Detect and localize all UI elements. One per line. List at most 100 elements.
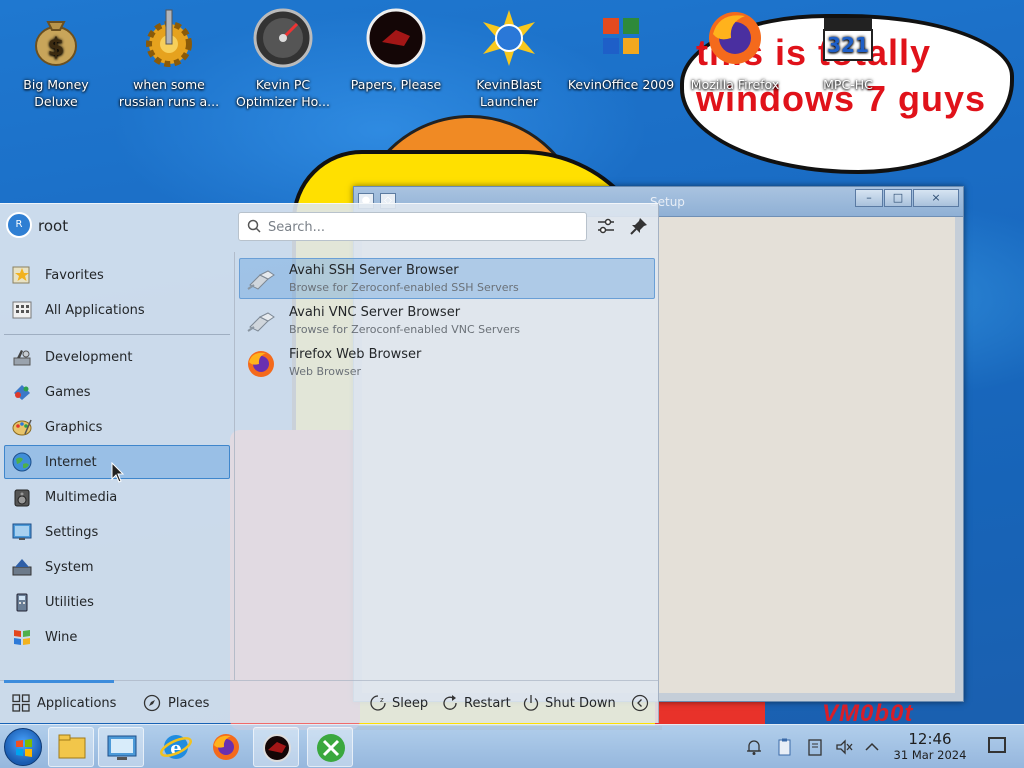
power-icon	[522, 694, 540, 712]
category-favorites[interactable]: Favorites	[4, 258, 230, 292]
clock[interactable]: 12:46 31 Mar 2024	[884, 731, 976, 763]
category-label: Multimedia	[45, 489, 118, 505]
volume-muted-icon[interactable]	[834, 737, 854, 757]
category-games[interactable]: Games	[4, 375, 230, 409]
category-settings[interactable]: Settings	[4, 515, 230, 549]
graphics-icon	[11, 416, 33, 438]
clock-time: 12:46	[908, 730, 952, 748]
network-icon	[246, 307, 276, 337]
avatar[interactable]: R	[6, 212, 32, 238]
category-all-applications[interactable]: All Applications	[4, 293, 230, 327]
restart-button[interactable]: Restart	[441, 681, 511, 725]
app-firefox[interactable]: Firefox Web Browser Web Browser	[239, 342, 655, 383]
desktop-icon-label: KevinBlast Launcher	[476, 77, 542, 109]
star-icon	[11, 264, 33, 286]
category-label: All Applications	[45, 302, 145, 318]
sleep-icon: z	[369, 694, 387, 712]
desktop-icon-label: Mozilla Firefox	[690, 77, 780, 92]
office-icon	[591, 8, 651, 68]
wine-icon	[11, 626, 33, 648]
category-label: Games	[45, 384, 91, 400]
shut-down-label: Shut Down	[545, 695, 616, 711]
show-desktop-button[interactable]	[988, 737, 1006, 753]
taskbar-papers-please[interactable]	[253, 727, 299, 767]
settings-icon	[11, 521, 33, 543]
category-label: System	[45, 559, 94, 575]
chevron-left-icon	[631, 694, 649, 712]
chevron-up-icon[interactable]	[862, 737, 882, 757]
category-utilities[interactable]: Utilities	[4, 585, 230, 619]
search-box[interactable]	[238, 212, 587, 241]
tab-places[interactable]: Places	[143, 681, 209, 725]
desktop-icon-mpc-hc[interactable]: 321 MPC-HC	[793, 8, 903, 93]
category-divider	[4, 334, 230, 335]
desktop-icon-label: KevinOffice 2009	[567, 77, 675, 92]
configure-icon[interactable]	[595, 215, 617, 237]
app-description: Web Browser	[289, 365, 362, 378]
firefox-icon	[246, 349, 276, 379]
gauge-icon	[253, 8, 313, 68]
storage-icon[interactable]	[805, 737, 825, 757]
app-name: Avahi VNC Server Browser	[289, 305, 461, 320]
tools-icon	[317, 734, 345, 762]
desktop-icon-mozilla-firefox[interactable]: Mozilla Firefox	[680, 8, 790, 93]
launcher-header: R root	[0, 204, 659, 250]
search-input[interactable]	[268, 217, 578, 237]
category-label: Graphics	[45, 419, 103, 435]
desktop-icon-kevinoffice[interactable]: KevinOffice 2009	[566, 8, 676, 93]
sleep-button[interactable]: z Sleep	[369, 681, 428, 725]
app-avahi-ssh[interactable]: Avahi SSH Server Browser Browse for Zero…	[239, 258, 655, 299]
category-label: Wine	[45, 629, 78, 645]
maximize-button[interactable]: □	[884, 189, 912, 207]
desktop-icon-russian[interactable]: when some russian runs a...	[114, 8, 224, 110]
notifications-icon[interactable]	[744, 737, 764, 757]
category-development[interactable]: Development	[4, 340, 230, 374]
desktop-icon-label: Big Money Deluxe	[23, 77, 89, 109]
desktop-icon-kevinblast[interactable]: KevinBlast Launcher	[454, 8, 564, 110]
games-icon	[11, 381, 33, 403]
category-graphics[interactable]: Graphics	[4, 410, 230, 444]
category-wine[interactable]: Wine	[4, 620, 230, 654]
mpc-hc-icon: 321	[818, 8, 878, 68]
app-avahi-vnc[interactable]: Avahi VNC Server Browser Browse for Zero…	[239, 300, 655, 341]
internet-explorer-icon: e	[160, 735, 192, 759]
tab-applications[interactable]: Applications	[4, 680, 116, 725]
app-description: Browse for Zeroconf-enabled SSH Servers	[289, 281, 519, 294]
desktop-icon-kevin-pc-optimizer[interactable]: Kevin PC Optimizer Ho...	[228, 8, 338, 110]
firefox-icon	[705, 8, 765, 68]
desktop-icon-label: Kevin PC Optimizer Ho...	[236, 77, 330, 109]
taskbar-tools[interactable]	[307, 727, 353, 767]
grid-icon	[11, 299, 33, 321]
category-system[interactable]: System	[4, 550, 230, 584]
taskbar-internet-explorer[interactable]: e	[153, 727, 199, 767]
launcher-footer: Applications Places z Sleep Restart Shut…	[0, 680, 659, 724]
clipboard-icon[interactable]	[774, 737, 794, 757]
clock-date: 31 Mar 2024	[893, 748, 967, 762]
shut-down-button[interactable]: Shut Down	[522, 681, 616, 725]
mouse-cursor	[111, 461, 125, 488]
network-icon	[246, 265, 276, 295]
firefox-icon	[213, 734, 239, 760]
taskbar-system-settings[interactable]	[98, 727, 144, 767]
leave-button[interactable]	[631, 681, 654, 725]
money-bag-icon: $	[26, 8, 86, 68]
grid-icon	[12, 694, 30, 712]
application-list: Avahi SSH Server Browser Browse for Zero…	[236, 252, 659, 680]
desktop-icon-big-money-deluxe[interactable]: $ Big Money Deluxe	[1, 8, 111, 110]
restart-label: Restart	[464, 695, 511, 711]
file-manager-icon	[58, 734, 86, 759]
start-button[interactable]	[4, 728, 42, 766]
pin-icon[interactable]	[628, 215, 650, 237]
sleep-label: Sleep	[392, 695, 429, 711]
user-name: root	[38, 217, 69, 235]
desktop-icon-label: when some russian runs a...	[118, 77, 220, 109]
close-button[interactable]: ×	[913, 189, 959, 207]
taskbar-file-manager[interactable]	[48, 727, 94, 767]
application-launcher: R root Favorites All Applications Develo…	[0, 203, 659, 723]
desktop-icon-papers-please[interactable]: Papers, Please	[341, 8, 451, 93]
system-icon	[11, 556, 33, 578]
taskbar-firefox[interactable]	[203, 727, 249, 767]
minimize-button[interactable]: –	[855, 189, 883, 207]
globe-icon	[11, 451, 33, 473]
app-description: Browse for Zeroconf-enabled VNC Servers	[289, 323, 520, 336]
